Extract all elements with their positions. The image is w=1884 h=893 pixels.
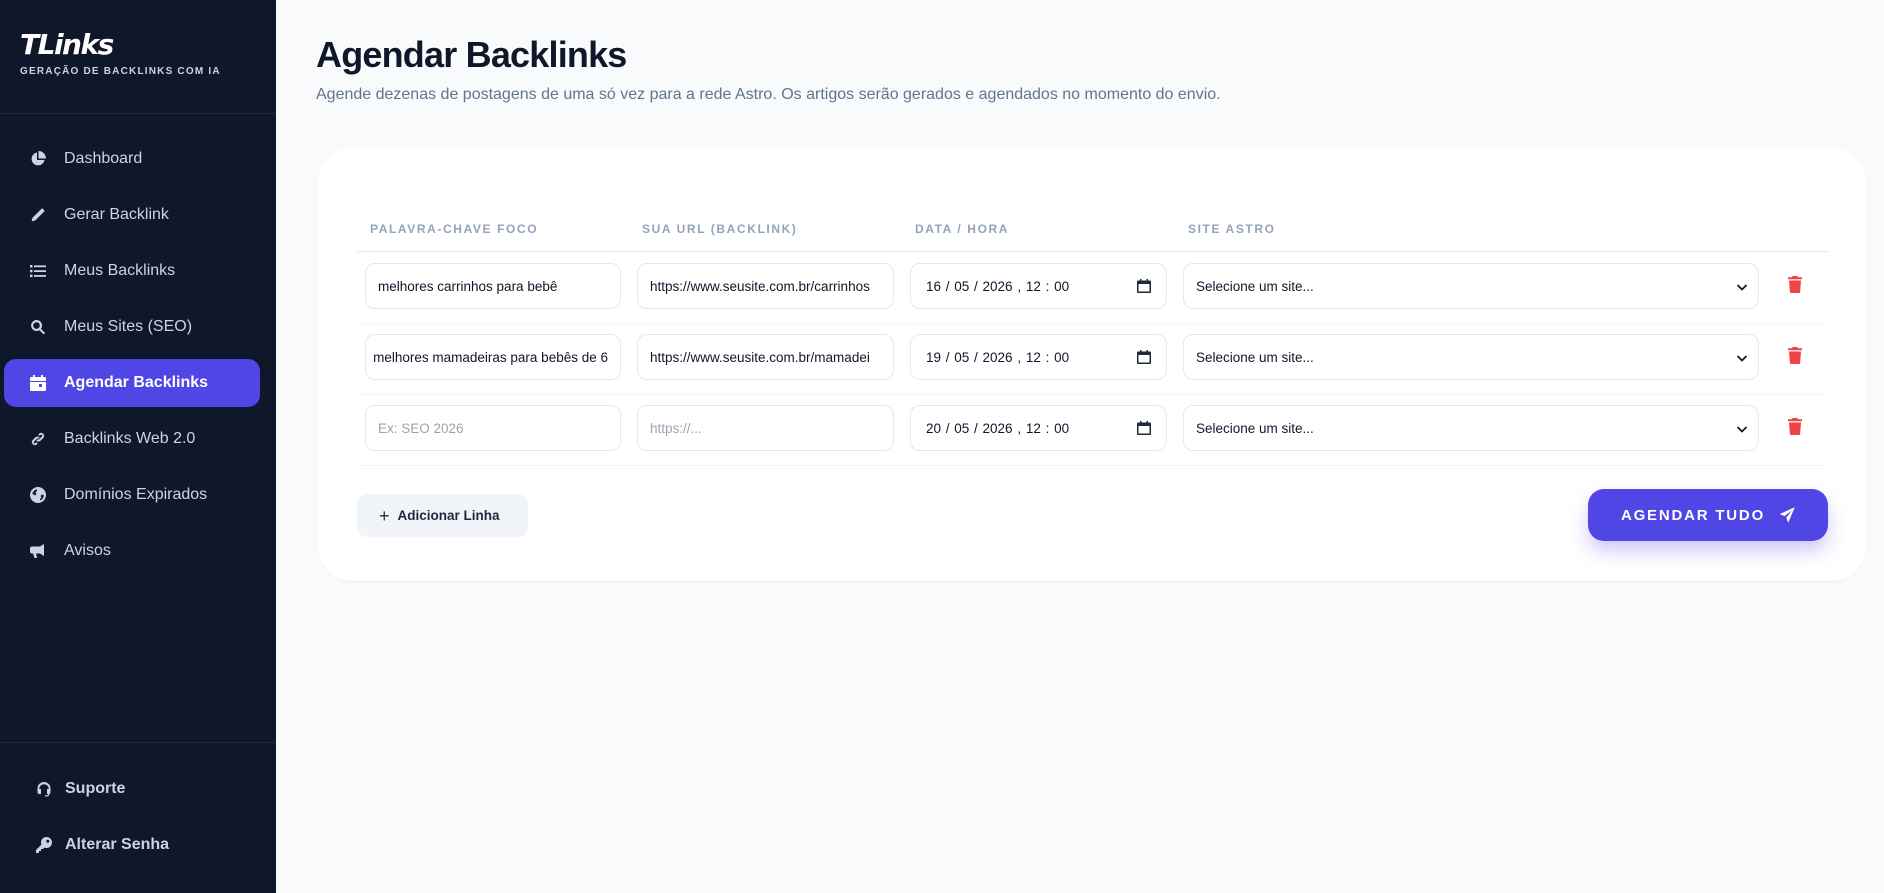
calendar-picker-icon[interactable] [1137, 279, 1151, 293]
sidebar-item-label: Suporte [65, 780, 126, 797]
trash-icon [1788, 347, 1802, 364]
sidebar-item-dashboard[interactable]: Dashboard [4, 135, 260, 183]
brand-tagline: GERAÇÃO DE BACKLINKS COM IA [20, 66, 221, 77]
sidebar-item-alterar-senha[interactable]: Alterar Senha [4, 821, 260, 869]
column-header-url: SUA URL (BACKLINK) [642, 222, 798, 236]
schedule-all-label: AGENDAR TUDO [1620, 506, 1766, 524]
site-select-value: Selecione um site... [1196, 349, 1314, 365]
delete-row-button[interactable] [1788, 418, 1804, 436]
sidebar-nav: Dashboard Gerar Backlink Meus Backlinks … [0, 135, 276, 583]
headset-icon [35, 780, 53, 798]
url-input[interactable]: https://www.seusite.com.br/mamadei [637, 334, 894, 380]
send-icon [1779, 507, 1795, 523]
sidebar-item-avisos[interactable]: Avisos [4, 527, 260, 575]
brand: TLinks GERAÇÃO DE BACKLINKS COM IA [0, 0, 276, 114]
sidebar: TLinks GERAÇÃO DE BACKLINKS COM IA Dashb… [0, 0, 276, 893]
datetime-value: 20 / 05 / 2026 , 12 : 00 [926, 420, 1070, 436]
url-input[interactable]: https://... [637, 405, 894, 451]
sidebar-item-meus-backlinks[interactable]: Meus Backlinks [4, 247, 260, 295]
sidebar-item-label: Avisos [64, 542, 111, 559]
url-input[interactable]: https://www.seusite.com.br/carrinhos [637, 263, 894, 309]
sidebar-item-backlinks-web2[interactable]: Backlinks Web 2.0 [4, 415, 260, 463]
sidebar-item-label: Domínios Expirados [64, 486, 208, 503]
sidebar-item-dominios-expirados[interactable]: Domínios Expirados [4, 471, 260, 519]
chevron-down-icon [1736, 426, 1748, 433]
site-select[interactable]: Selecione um site... [1183, 263, 1759, 309]
sidebar-item-label: Gerar Backlink [64, 206, 169, 223]
delete-row-button[interactable] [1788, 347, 1804, 365]
column-header-keyword: PALAVRA-CHAVE FOCO [370, 222, 539, 236]
pencil-icon [29, 206, 47, 224]
list-icon [29, 262, 47, 280]
column-header-site: SITE ASTRO [1188, 222, 1276, 236]
trash-icon [1788, 276, 1802, 293]
pie-chart-icon [29, 150, 47, 168]
add-row-button[interactable]: + Adicionar Linha [357, 494, 528, 537]
table-header: PALAVRA-CHAVE FOCO SUA URL (BACKLINK) DA… [357, 222, 1828, 252]
megaphone-icon [29, 542, 47, 560]
site-select[interactable]: Selecione um site... [1183, 405, 1759, 451]
datetime-input[interactable]: 19 / 05 / 2026 , 12 : 00 [910, 334, 1167, 380]
sidebar-item-suporte[interactable]: Suporte [4, 765, 260, 813]
keyword-input[interactable]: melhores carrinhos para bebê [365, 263, 621, 309]
site-select[interactable]: Selecione um site... [1183, 334, 1759, 380]
chevron-down-icon [1736, 355, 1748, 362]
trash-icon [1788, 418, 1802, 435]
chevron-down-icon [1736, 284, 1748, 291]
page-subtitle: Agende dezenas de postagens de uma só ve… [316, 86, 1221, 103]
sidebar-item-agendar-backlinks[interactable]: Agendar Backlinks [4, 359, 260, 407]
sidebar-item-label: Agendar Backlinks [64, 374, 209, 391]
add-row-label: Adicionar Linha [397, 508, 500, 523]
delete-row-button[interactable] [1788, 276, 1804, 294]
table-row: Ex: SEO 2026 https://... 20 / 05 / 2026 … [357, 395, 1828, 466]
sidebar-item-meus-sites[interactable]: Meus Sites (SEO) [4, 303, 260, 351]
schedule-card: PALAVRA-CHAVE FOCO SUA URL (BACKLINK) DA… [317, 148, 1867, 581]
sidebar-item-label: Dashboard [64, 150, 143, 167]
table-row: melhores mamadeiras para bebês de 6 http… [357, 324, 1828, 395]
schedule-all-button[interactable]: AGENDAR TUDO [1588, 489, 1828, 541]
column-header-datetime: DATA / HORA [915, 222, 1010, 236]
keyword-input[interactable]: melhores mamadeiras para bebês de 6 [365, 334, 621, 380]
datetime-value: 16 / 05 / 2026 , 12 : 00 [926, 278, 1070, 294]
sidebar-item-label: Meus Backlinks [64, 262, 176, 279]
calendar-picker-icon[interactable] [1137, 421, 1151, 435]
sidebar-item-gerar-backlink[interactable]: Gerar Backlink [4, 191, 260, 239]
sidebar-item-label: Alterar Senha [65, 836, 170, 853]
plus-icon: + [379, 505, 390, 526]
datetime-input[interactable]: 20 / 05 / 2026 , 12 : 00 [910, 405, 1167, 451]
sidebar-footer: Suporte Alterar Senha [0, 742, 276, 877]
main-content: Agendar Backlinks Agende dezenas de post… [276, 0, 1884, 893]
brand-logo[interactable]: TLinks [20, 28, 256, 62]
sidebar-item-label: Meus Sites (SEO) [64, 318, 193, 335]
link-icon [29, 430, 47, 448]
site-select-value: Selecione um site... [1196, 278, 1314, 294]
sidebar-item-label: Backlinks Web 2.0 [64, 430, 196, 447]
search-icon [29, 318, 47, 336]
calendar-picker-icon[interactable] [1137, 350, 1151, 364]
calendar-icon [29, 374, 47, 392]
site-select-value: Selecione um site... [1196, 420, 1314, 436]
keyword-input[interactable]: Ex: SEO 2026 [365, 405, 621, 451]
table-row: melhores carrinhos para bebê https://www… [357, 253, 1828, 324]
key-icon [35, 836, 53, 854]
datetime-input[interactable]: 16 / 05 / 2026 , 12 : 00 [910, 263, 1167, 309]
page-title: Agendar Backlinks [316, 34, 627, 75]
datetime-value: 19 / 05 / 2026 , 12 : 00 [926, 349, 1070, 365]
globe-icon [29, 486, 47, 504]
